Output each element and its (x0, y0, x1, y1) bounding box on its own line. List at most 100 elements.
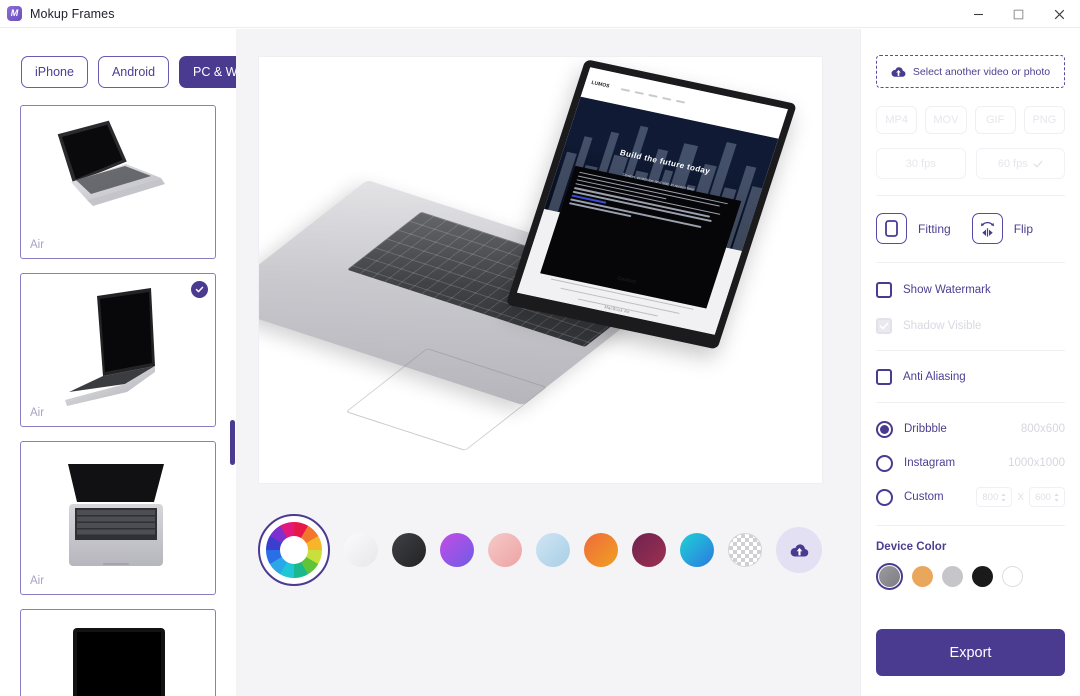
thumbnail-label: Air (30, 239, 45, 251)
device-color-title: Device Color (876, 541, 947, 553)
device-frame-icon (885, 220, 898, 237)
device-thumbnail-air-1[interactable]: Air (20, 105, 216, 259)
tab-iphone[interactable]: iPhone (21, 56, 88, 88)
size-dribbble-row[interactable]: Dribbble 800x600 (876, 412, 1065, 446)
format-mp4-button[interactable]: MP4 (876, 106, 918, 134)
mockup-stage: LUMOS Build the future today Design, pro… (259, 57, 822, 483)
minimize-icon[interactable] (958, 0, 998, 28)
device-thumbnail-air-2[interactable]: Air (20, 273, 216, 427)
anti-aliasing-label: Anti Aliasing (903, 371, 966, 383)
device-color-silver[interactable] (942, 566, 963, 587)
cloud-upload-icon (891, 66, 906, 77)
show-watermark-row[interactable]: Show Watermark (876, 272, 1065, 308)
size-custom-radio[interactable] (876, 488, 893, 506)
swatch-purple[interactable] (440, 533, 474, 567)
device-color-gold[interactable] (912, 566, 933, 587)
platform-tabs: iPhone Android PC & Web (0, 29, 236, 88)
laptop-side-svg (65, 288, 155, 406)
framerate-60-label: 60 fps (997, 157, 1028, 170)
device-color-swatch (879, 566, 900, 587)
mockup-canvas[interactable]: LUMOS Build the future today Design, pro… (258, 56, 823, 484)
device-thumbnail-air-3[interactable]: Air (20, 441, 216, 595)
show-watermark-label: Show Watermark (903, 284, 991, 296)
swatch-white[interactable] (344, 533, 378, 567)
shadow-visible-row: Shadow Visible (876, 308, 1065, 344)
thumbnail-label: Air (30, 575, 45, 587)
device-color-black[interactable] (972, 566, 993, 587)
divider-5 (876, 525, 1065, 526)
device-color-white[interactable] (1002, 566, 1023, 587)
swatch-orange[interactable] (584, 533, 618, 567)
window-title: Mokup Frames (30, 6, 115, 21)
divider-3 (876, 350, 1065, 351)
fitting-button[interactable] (876, 213, 907, 244)
swatch-transparent[interactable] (728, 533, 762, 567)
swatch-light-blue[interactable] (536, 533, 570, 567)
framerate-30-button[interactable]: 30 fps (876, 148, 966, 179)
size-instagram-value: 1000x1000 (1008, 457, 1065, 469)
swatch-dark[interactable] (392, 533, 426, 567)
custom-size-separator: X (1017, 491, 1024, 503)
anti-aliasing-row[interactable]: Anti Aliasing (876, 359, 1065, 395)
fitting-label: Fitting (918, 221, 951, 236)
upload-background-button[interactable] (776, 527, 822, 573)
website-logo: LUMOS (590, 80, 611, 90)
device-color-space-gray[interactable] (876, 563, 903, 590)
flip-label: Flip (1013, 221, 1034, 236)
size-instagram-radio[interactable] (876, 454, 893, 472)
format-gif-button[interactable]: GIF (974, 106, 1016, 134)
app-window: M Mokup Frames iPhone Android PC & Web (0, 0, 1080, 696)
format-button-group: MP4 MOV GIF PNG (876, 106, 1065, 134)
anti-aliasing-checkbox[interactable] (876, 369, 892, 385)
laptop-topdown-svg (68, 464, 164, 566)
window-controls (958, 0, 1080, 28)
stepper-icon (1001, 493, 1006, 501)
framerate-button-group: 30 fps 60 fps (876, 148, 1065, 179)
laptop-illustration (21, 106, 215, 258)
tab-android[interactable]: Android (97, 56, 170, 88)
size-dribbble-label: Dribbble (904, 423, 947, 435)
website-nav-links (620, 88, 686, 104)
size-instagram-row[interactable]: Instagram 1000x1000 (876, 446, 1065, 480)
select-media-button[interactable]: Select another video or photo (876, 55, 1065, 88)
export-button[interactable]: Export (876, 629, 1065, 676)
size-custom-row[interactable]: Custom 800 X 600 (876, 480, 1065, 514)
settings-panel: Select another video or photo MP4 MOV GI… (860, 29, 1080, 696)
device-sidebar: iPhone Android PC & Web (0, 29, 236, 696)
maximize-icon[interactable] (998, 0, 1038, 28)
laptop-3q-svg (57, 120, 165, 206)
framerate-60-button[interactable]: 60 fps (975, 148, 1065, 179)
size-custom-label: Custom (904, 491, 944, 503)
close-icon[interactable] (1038, 0, 1080, 28)
sidebar-scrollbar-handle[interactable] (230, 420, 235, 465)
size-instagram-label: Instagram (904, 457, 956, 469)
size-dribbble-radio[interactable] (876, 420, 893, 438)
thumbnail-selected-check-icon (191, 281, 208, 298)
check-icon (879, 322, 889, 330)
laptop-illustration (21, 610, 215, 696)
device-thumbnail-air-4[interactable]: Air (20, 609, 216, 696)
divider-2 (876, 262, 1065, 263)
custom-height-input[interactable]: 600 (1029, 487, 1065, 507)
swatch-cyan-blue[interactable] (680, 533, 714, 567)
laptop-screen: LUMOS Build the future today Design, pro… (505, 59, 797, 350)
swatch-maroon[interactable] (632, 533, 666, 567)
laptop-illustration (21, 274, 215, 426)
color-wheel-icon (266, 522, 322, 578)
custom-width-input[interactable]: 800 (976, 487, 1013, 507)
color-wheel-picker[interactable] (258, 514, 330, 586)
background-color-picker (258, 505, 823, 595)
show-watermark-checkbox[interactable] (876, 282, 892, 298)
tab-pc-web[interactable]: PC & Web (179, 56, 236, 88)
flip-button[interactable] (971, 213, 1003, 244)
swatch-pink[interactable] (488, 533, 522, 567)
select-media-label: Select another video or photo (912, 65, 1051, 78)
stepper-icon (1054, 493, 1059, 501)
thumbnail-label: Air (30, 407, 45, 419)
preview-area: LUMOS Build the future today Design, pro… (236, 29, 860, 696)
custom-height-value: 600 (1035, 491, 1051, 503)
format-mov-button[interactable]: MOV (925, 106, 967, 134)
shadow-visible-checkbox (876, 318, 892, 334)
title-bar: M Mokup Frames (0, 0, 1080, 28)
format-png-button[interactable]: PNG (1023, 106, 1065, 134)
